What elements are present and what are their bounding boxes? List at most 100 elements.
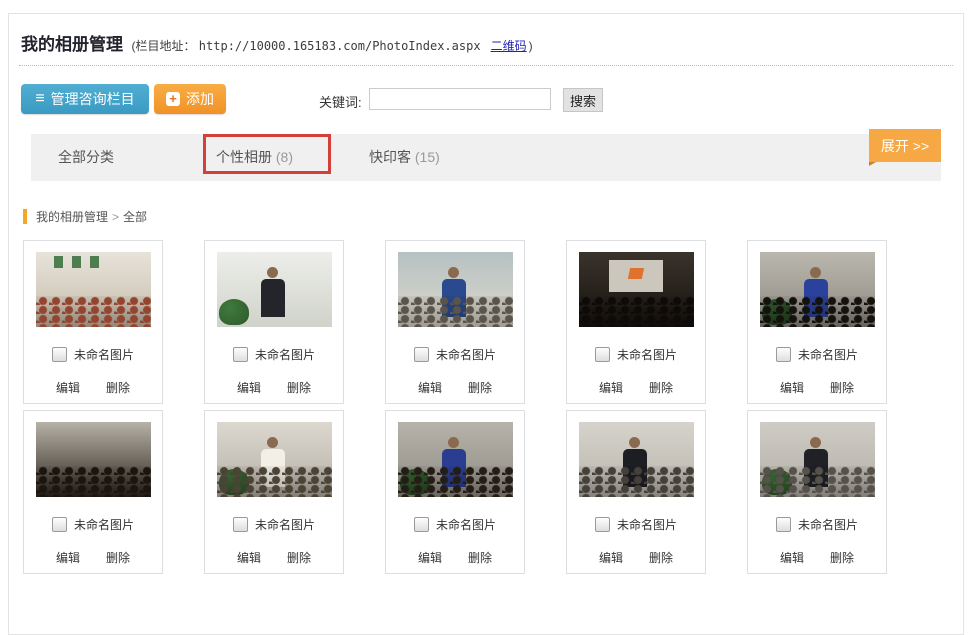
delete-link[interactable]: 删除 <box>106 379 130 396</box>
delete-link[interactable]: 删除 <box>649 549 673 566</box>
add-label: 添加 <box>186 89 214 109</box>
edit-link[interactable]: 编辑 <box>599 379 623 396</box>
album-grid: 未命名图片编辑删除未命名图片编辑删除未命名图片编辑删除未命名图片编辑删除未命名图… <box>23 240 928 574</box>
audience-crowd-icon <box>36 296 151 328</box>
album-checkbox[interactable] <box>595 517 610 532</box>
album-card: 未命名图片编辑 删除 <box>385 240 525 404</box>
qr-code-link[interactable]: 二维码 <box>491 39 527 53</box>
audience-crowd-icon <box>760 296 875 328</box>
plant-icon <box>219 299 249 325</box>
album-card: 未命名图片编辑 删除 <box>385 410 525 574</box>
album-checkbox[interactable] <box>776 517 791 532</box>
delete-link[interactable]: 删除 <box>287 379 311 396</box>
album-title-row: 未命名图片 <box>205 346 343 363</box>
audience-crowd-icon <box>36 466 151 498</box>
delete-link[interactable]: 删除 <box>649 379 673 396</box>
album-actions: 编辑 删除 <box>567 379 705 396</box>
album-checkbox[interactable] <box>776 347 791 362</box>
album-photo-thumbnail[interactable] <box>36 422 151 497</box>
column-url: http://10000.165183.com/PhotoIndex.aspx <box>199 39 481 53</box>
breadcrumb: 我的相册管理 > 全部 <box>23 208 963 225</box>
column-address: (栏目地址： http://10000.165183.com/PhotoInde… <box>131 39 532 53</box>
album-photo-thumbnail[interactable] <box>217 252 332 327</box>
audience-crowd-icon <box>579 296 694 328</box>
menu-icon: ≡ <box>35 91 44 107</box>
breadcrumb-current: 全部 <box>123 208 147 225</box>
album-photo-thumbnail[interactable] <box>36 252 151 327</box>
album-title-row: 未命名图片 <box>386 516 524 533</box>
tab-all-categories[interactable]: 全部分类 <box>58 134 114 181</box>
album-card: 未命名图片编辑 删除 <box>566 410 706 574</box>
edit-link[interactable]: 编辑 <box>237 379 261 396</box>
keyword-label: 关键词: <box>319 92 362 111</box>
album-card: 未命名图片编辑 删除 <box>204 240 344 404</box>
album-actions: 编辑 删除 <box>748 549 886 566</box>
edit-link[interactable]: 编辑 <box>599 549 623 566</box>
plus-icon: + <box>166 92 180 106</box>
album-photo-thumbnail[interactable] <box>398 252 513 327</box>
album-title: 未命名图片 <box>798 516 858 533</box>
album-title: 未命名图片 <box>617 346 677 363</box>
edit-link[interactable]: 编辑 <box>56 379 80 396</box>
album-checkbox[interactable] <box>595 347 610 362</box>
album-title: 未命名图片 <box>74 346 134 363</box>
wall-art-icon <box>54 256 63 268</box>
album-title: 未命名图片 <box>436 346 496 363</box>
add-button[interactable]: + 添加 <box>154 84 226 114</box>
album-title: 未命名图片 <box>255 516 315 533</box>
album-photo-thumbnail[interactable] <box>398 422 513 497</box>
edit-link[interactable]: 编辑 <box>56 549 80 566</box>
delete-link[interactable]: 删除 <box>468 379 492 396</box>
audience-crowd-icon <box>760 466 875 498</box>
manage-columns-label: 管理咨询栏目 <box>51 89 135 109</box>
album-actions: 编辑 删除 <box>748 379 886 396</box>
album-checkbox[interactable] <box>233 517 248 532</box>
breadcrumb-bar-icon <box>23 209 27 224</box>
delete-link[interactable]: 删除 <box>106 549 130 566</box>
edit-link[interactable]: 编辑 <box>237 549 261 566</box>
album-title-row: 未命名图片 <box>748 516 886 533</box>
album-photo-thumbnail[interactable] <box>217 422 332 497</box>
tab-personal-album[interactable]: 个性相册 (8) <box>216 134 293 181</box>
tab-kuaiyinke[interactable]: 快印客 (15) <box>369 134 440 181</box>
album-title-row: 未命名图片 <box>24 516 162 533</box>
album-checkbox[interactable] <box>233 347 248 362</box>
audience-crowd-icon <box>398 466 513 498</box>
album-checkbox[interactable] <box>52 347 67 362</box>
album-card: 未命名图片编辑 删除 <box>23 240 163 404</box>
album-card: 未命名图片编辑 删除 <box>204 410 344 574</box>
album-title-row: 未命名图片 <box>567 346 705 363</box>
edit-link[interactable]: 编辑 <box>780 379 804 396</box>
album-photo-thumbnail[interactable] <box>760 252 875 327</box>
edit-link[interactable]: 编辑 <box>418 379 442 396</box>
delete-link[interactable]: 删除 <box>830 549 854 566</box>
album-title: 未命名图片 <box>617 516 677 533</box>
audience-crowd-icon <box>398 296 513 328</box>
search-button[interactable]: 搜索 <box>563 88 603 112</box>
album-checkbox[interactable] <box>414 347 429 362</box>
expand-button[interactable]: 展开 >> <box>869 129 941 162</box>
album-checkbox[interactable] <box>52 517 67 532</box>
wall-art-icon <box>72 256 81 268</box>
album-title: 未命名图片 <box>798 346 858 363</box>
album-actions: 编辑 删除 <box>24 379 162 396</box>
album-photo-thumbnail[interactable] <box>760 422 875 497</box>
album-title-row: 未命名图片 <box>748 346 886 363</box>
album-checkbox[interactable] <box>414 517 429 532</box>
breadcrumb-root[interactable]: 我的相册管理 <box>36 208 108 225</box>
delete-link[interactable]: 删除 <box>468 549 492 566</box>
delete-link[interactable]: 删除 <box>830 379 854 396</box>
edit-link[interactable]: 编辑 <box>418 549 442 566</box>
album-actions: 编辑 删除 <box>205 379 343 396</box>
manage-columns-button[interactable]: ≡ 管理咨询栏目 <box>21 84 149 114</box>
album-card: 未命名图片编辑 删除 <box>566 240 706 404</box>
audience-crowd-icon <box>579 466 694 498</box>
album-photo-thumbnail[interactable] <box>579 252 694 327</box>
edit-link[interactable]: 编辑 <box>780 549 804 566</box>
album-photo-thumbnail[interactable] <box>579 422 694 497</box>
delete-link[interactable]: 删除 <box>287 549 311 566</box>
page-container: 我的相册管理 (栏目地址： http://10000.165183.com/Ph… <box>8 13 964 635</box>
album-actions: 编辑 删除 <box>386 379 524 396</box>
album-title-row: 未命名图片 <box>205 516 343 533</box>
keyword-input[interactable] <box>369 88 551 110</box>
